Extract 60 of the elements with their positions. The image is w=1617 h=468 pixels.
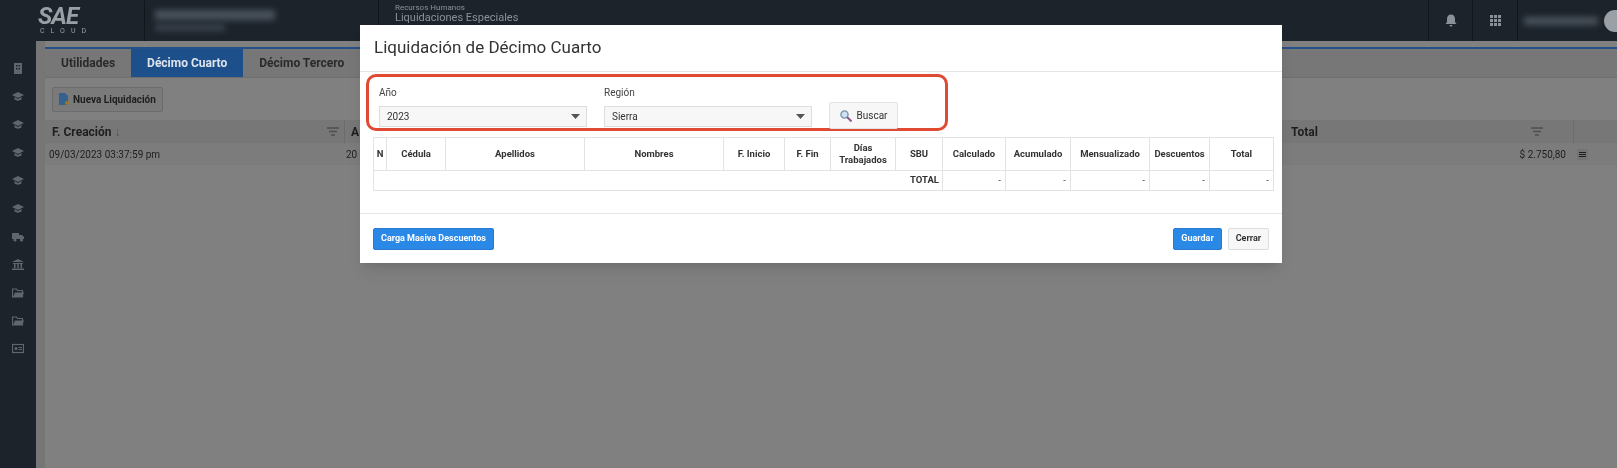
search-icon xyxy=(839,109,852,122)
select-field[interactable]: 2023 xyxy=(379,106,587,127)
module-label: Recursos Humanos xyxy=(395,3,466,12)
apps-grid-icon[interactable] xyxy=(1489,15,1501,26)
logo-wordmark: SAE xyxy=(38,5,80,27)
column-header: F. Inicio xyxy=(723,137,785,171)
graduation-cap-icon[interactable] xyxy=(12,203,24,214)
filter-icon[interactable] xyxy=(1531,127,1543,136)
column-header: Apellidos xyxy=(445,137,585,171)
column-header: Descuentos xyxy=(1149,137,1210,171)
building-icon[interactable] xyxy=(12,63,24,74)
filter-icon[interactable] xyxy=(327,127,339,136)
avatar[interactable] xyxy=(1604,9,1617,32)
column-header: Cédula xyxy=(386,137,446,171)
column-header: Días Trabajados xyxy=(830,137,896,171)
tab[interactable]: Décimo Cuarto xyxy=(131,49,244,77)
graduation-cap-icon[interactable] xyxy=(12,147,24,158)
graduation-cap-icon[interactable] xyxy=(12,91,24,102)
column-header: Mensualizado xyxy=(1070,137,1150,171)
column-header: N xyxy=(373,137,387,171)
table-cell-text: $ 2.750,80 xyxy=(1518,147,1567,162)
table-cell: - xyxy=(1149,170,1210,191)
document-icon xyxy=(59,93,69,105)
total-label: TOTAL xyxy=(373,170,943,191)
bell-icon[interactable] xyxy=(1444,14,1457,27)
save-button[interactable]: Guardar xyxy=(1173,227,1222,250)
table-cell: - xyxy=(1209,170,1274,191)
column-header[interactable]: F. Creación xyxy=(52,122,112,141)
menu-icon xyxy=(1579,151,1586,157)
table-cell: - xyxy=(1005,170,1071,191)
close-button[interactable]: Cerrar xyxy=(1227,227,1269,250)
column-header[interactable]: A xyxy=(351,122,360,141)
id-card-icon[interactable] xyxy=(12,343,24,354)
select-field[interactable]: Sierra xyxy=(604,106,812,127)
column-header: F. Fin xyxy=(784,137,831,171)
sort-arrow[interactable]: ↓ xyxy=(114,122,121,141)
folder-icon[interactable] xyxy=(12,287,24,298)
table-cell: - xyxy=(942,170,1006,191)
page-title: Liquidaciones Especiales xyxy=(395,12,519,24)
new-settlement-button[interactable]: Nueva Liquidación xyxy=(52,86,163,112)
bulk-upload-button[interactable]: Carga Masiva Descuentos xyxy=(373,227,494,250)
table-cell: 20 xyxy=(346,148,358,160)
row-menu-button[interactable] xyxy=(1577,148,1588,160)
bank-icon[interactable] xyxy=(12,259,24,270)
column-header: Calculado xyxy=(942,137,1006,171)
folder-icon[interactable] xyxy=(12,315,24,326)
field-label: Región xyxy=(604,86,636,100)
column-header[interactable]: Total xyxy=(1291,122,1318,141)
truck-icon[interactable] xyxy=(12,231,24,242)
column-header: SBU xyxy=(895,137,943,171)
column-header: Total xyxy=(1209,137,1274,171)
column-header: Acumulado xyxy=(1005,137,1071,171)
search-button[interactable]: Buscar xyxy=(829,102,898,129)
graduation-cap-icon[interactable] xyxy=(12,175,24,186)
dialog-title: Liquidación de Décimo Cuarto xyxy=(374,36,602,60)
table-cell-text: 09/03/2023 03:37:59 pm xyxy=(48,147,162,162)
table-cell: - xyxy=(1070,170,1150,191)
column-header: Nombres xyxy=(584,137,724,171)
field-label: Año xyxy=(379,86,398,100)
graduation-cap-icon[interactable] xyxy=(12,119,24,130)
